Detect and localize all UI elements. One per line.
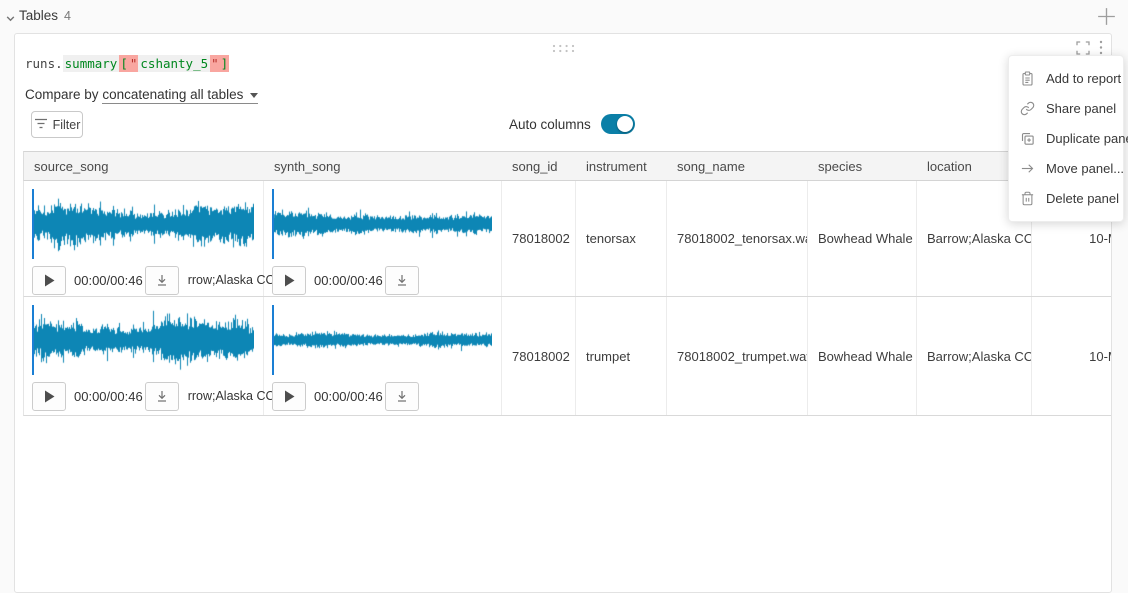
cell-song-id: 78018002 [502,297,576,415]
report-icon [1020,71,1035,86]
audio-player: 00:00/00:46 rrow;Alaska CC [32,265,275,295]
expr-quote-open: " [129,55,139,72]
menu-item-add-to-report[interactable]: Add to report [1009,63,1123,93]
expr-quote-close: " [210,55,220,72]
menu-item-label: Duplicate panel [1046,131,1128,146]
play-button[interactable] [272,382,306,411]
download-button[interactable] [145,382,179,411]
cell-instrument: trumpet [576,297,667,415]
waveform[interactable] [32,189,254,259]
cell-song-name: 78018002_trumpet.wav [667,297,808,415]
audio-caption: rrow;Alaska CC [188,273,275,287]
wave-cursor [272,189,274,259]
cell-species: Bowhead Whale [808,181,917,296]
expr-key: cshanty_5 [138,55,210,72]
table-row: 00:00/00:46 rrow;Alaska CC 00:00/00:46 7… [23,297,1112,416]
link-icon [1020,101,1035,116]
audio-cell-synth-song: 00:00/00:46 [264,181,502,296]
drag-handle-icon[interactable] [551,41,576,59]
cell-species: Bowhead Whale [808,297,917,415]
cell-location: Barrow;Alaska CC2A [917,297,1032,415]
data-table: source_song synth_song song_id instrumen… [23,151,1112,416]
menu-item-label: Move panel... [1046,161,1124,176]
audio-time: 00:00/00:46 [74,389,143,404]
caret-down-icon [250,86,258,101]
wave-cursor [32,189,34,259]
duplicate-icon [1020,131,1035,146]
chevron-down-icon[interactable] [5,11,16,29]
expr-bracket-open: [ [119,55,129,72]
col-header-species[interactable]: species [808,152,917,182]
audio-time: 00:00/00:46 [314,273,383,288]
menu-item-move-panel[interactable]: Move panel... [1009,153,1123,183]
col-header-synth-song[interactable]: synth_song [264,152,502,182]
col-header-song-name[interactable]: song_name [667,152,808,182]
panel-toolbar [1076,40,1103,55]
waveform[interactable] [272,305,492,375]
audio-player: 00:00/00:46 [272,265,419,295]
wave-cursor [32,305,34,375]
menu-item-share-panel[interactable]: Share panel [1009,93,1123,123]
cell-song-name: 78018002_tenorsax.wav [667,181,808,296]
kebab-menu-icon[interactable] [1099,40,1103,55]
play-button[interactable] [32,382,66,411]
fullscreen-icon[interactable] [1076,41,1090,55]
audio-caption: rrow;Alaska CC [188,389,275,403]
filter-icon [34,118,48,132]
col-header-instrument[interactable]: instrument [576,152,667,182]
col-header-source-song[interactable]: source_song [24,152,264,182]
cell-instrument: tenorsax [576,181,667,296]
table-header-row: source_song synth_song song_id instrumen… [23,151,1112,181]
section-count-badge: 4 [64,9,71,23]
toggle-knob [617,116,633,132]
audio-cell-source-song: 00:00/00:46 rrow;Alaska CC [24,181,264,296]
section-title: Tables [19,8,58,23]
play-button[interactable] [272,266,306,295]
download-button[interactable] [385,382,419,411]
expr-bracket-close: ] [220,55,230,72]
menu-item-label: Share panel [1046,101,1116,116]
panel-expression-input[interactable]: runs.summary["cshanty_5"] [25,56,229,71]
download-button[interactable] [145,266,179,295]
compare-by-row: Compare by concatenating all tables [25,87,258,102]
col-header-song-id[interactable]: song_id [502,152,576,182]
audio-player: 00:00/00:46 [272,381,419,411]
audio-time: 00:00/00:46 [314,389,383,404]
waveform[interactable] [272,189,492,259]
filter-button[interactable]: Filter [31,111,83,138]
panel-context-menu: Add to report Share panel Duplicate pane… [1008,55,1124,222]
auto-columns-group: Auto columns [509,114,635,134]
menu-item-label: Add to report [1046,71,1121,86]
auto-columns-label: Auto columns [509,117,591,132]
audio-time: 00:00/00:46 [74,273,143,288]
expr-method: summary [63,55,120,72]
section-header: Tables 4 [0,0,1128,32]
table-panel: runs.summary["cshanty_5"] Compare by con… [14,33,1112,593]
trash-icon [1020,191,1035,206]
menu-item-delete-panel[interactable]: Delete panel [1009,183,1123,213]
add-panel-plus-icon[interactable] [1095,5,1118,33]
move-icon [1020,161,1035,176]
table-row: 00:00/00:46 rrow;Alaska CC 00:00/00:46 7… [23,181,1112,297]
play-button[interactable] [32,266,66,295]
audio-player: 00:00/00:46 rrow;Alaska CC [32,381,275,411]
expr-prefix: runs. [25,56,63,71]
compare-by-label: Compare by [25,87,99,102]
compare-mode-dropdown[interactable]: concatenating all tables [102,87,258,104]
cell-date: 10-Ma [1032,297,1112,415]
auto-columns-toggle[interactable] [601,114,635,134]
filter-button-label: Filter [53,118,81,132]
audio-cell-source-song: 00:00/00:46 rrow;Alaska CC [24,297,264,415]
waveform[interactable] [32,305,254,375]
menu-item-label: Delete panel [1046,191,1119,206]
download-button[interactable] [385,266,419,295]
audio-cell-synth-song: 00:00/00:46 [264,297,502,415]
wave-cursor [272,305,274,375]
menu-item-duplicate-panel[interactable]: Duplicate panel [1009,123,1123,153]
cell-song-id: 78018002 [502,181,576,296]
